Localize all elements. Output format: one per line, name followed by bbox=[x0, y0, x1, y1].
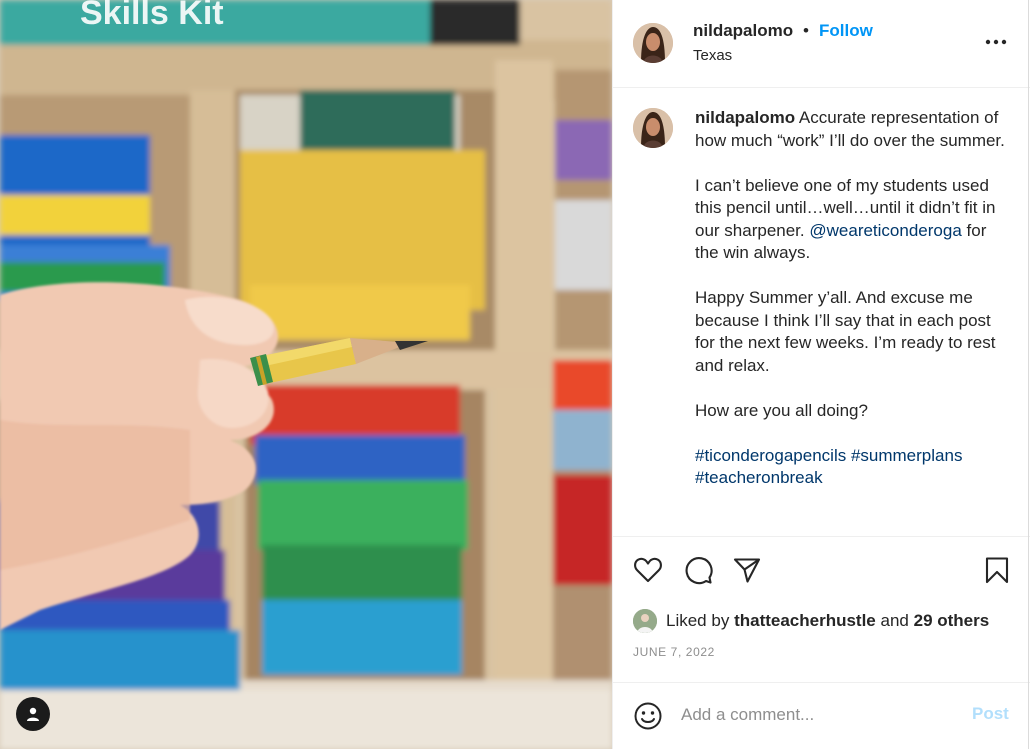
caption-section: nildapalomo Accurate representation of h… bbox=[613, 88, 1030, 536]
likes-joiner: and bbox=[880, 611, 909, 630]
likes-summary: Liked by thatteacherhustle and 29 others bbox=[633, 609, 989, 633]
post-username[interactable]: nildapalomo bbox=[693, 21, 793, 41]
post-comment-button[interactable]: Post bbox=[972, 704, 1009, 724]
tagged-users-button[interactable] bbox=[16, 697, 50, 731]
liker-username[interactable]: thatteacherhustle bbox=[734, 611, 876, 631]
svg-text:Skills Kit: Skills Kit bbox=[80, 0, 224, 32]
post-header: nildapalomo • Follow Texas bbox=[613, 0, 1030, 88]
more-horizontal-icon bbox=[985, 39, 1007, 45]
comment-input[interactable] bbox=[681, 703, 951, 727]
heart-icon bbox=[634, 557, 662, 583]
caption-text: nildapalomo Accurate representation of h… bbox=[695, 107, 1005, 490]
hashtag-link[interactable]: #ticonderogapencils bbox=[695, 446, 846, 465]
profile-photo bbox=[633, 23, 673, 63]
separator-dot: • bbox=[803, 21, 809, 40]
emoji-icon bbox=[634, 702, 662, 730]
post-location[interactable]: Texas bbox=[693, 47, 732, 64]
caption-paragraph: I can’t believe one of my students used … bbox=[695, 175, 1005, 265]
caption-paragraph: How are you all doing? bbox=[695, 400, 868, 420]
emoji-button[interactable] bbox=[633, 701, 663, 731]
share-icon bbox=[733, 558, 761, 583]
more-options-button[interactable] bbox=[982, 28, 1010, 56]
liker-photo bbox=[633, 609, 657, 633]
post-date[interactable]: JUNE 7, 2022 bbox=[633, 645, 715, 659]
right-border bbox=[1028, 0, 1029, 749]
caption-username[interactable]: nildapalomo bbox=[695, 108, 795, 127]
hashtag-link[interactable]: #teacheronbreak bbox=[695, 468, 823, 487]
comment-icon bbox=[685, 557, 713, 585]
hashtag-list: #ticonderogapencils #summerplans #teacher… bbox=[695, 445, 1005, 490]
comment-box: Post bbox=[613, 682, 1030, 749]
follow-button[interactable]: Follow bbox=[819, 21, 873, 41]
bookmark-icon bbox=[985, 557, 1009, 584]
liker-avatar[interactable] bbox=[633, 609, 657, 633]
caption-paragraph: Happy Summer y’all. And excuse me becaus… bbox=[695, 288, 996, 375]
likes-others-link[interactable]: 29 others bbox=[914, 611, 990, 631]
user-icon bbox=[27, 707, 39, 721]
share-button[interactable] bbox=[732, 555, 762, 585]
comment-button[interactable] bbox=[683, 555, 713, 585]
caption-paragraph: nildapalomo Accurate representation of h… bbox=[695, 107, 1005, 152]
likes-prefix: Liked by bbox=[666, 611, 730, 630]
hashtag-link[interactable]: #summerplans bbox=[851, 446, 963, 465]
like-button[interactable] bbox=[633, 555, 663, 585]
profile-photo bbox=[633, 108, 673, 148]
photo-illustration: Skills Kit bbox=[0, 0, 612, 749]
post-image[interactable]: Skills Kit bbox=[0, 0, 612, 749]
mention-link[interactable]: @weareticonderoga bbox=[809, 221, 961, 240]
avatar[interactable] bbox=[633, 23, 673, 63]
post-actions: Liked by thatteacherhustle and 29 others… bbox=[613, 536, 1030, 682]
caption-avatar[interactable] bbox=[633, 108, 673, 148]
post-sidebar: nildapalomo • Follow Texas nildapalomo A… bbox=[612, 0, 1030, 749]
save-button[interactable] bbox=[982, 555, 1012, 585]
